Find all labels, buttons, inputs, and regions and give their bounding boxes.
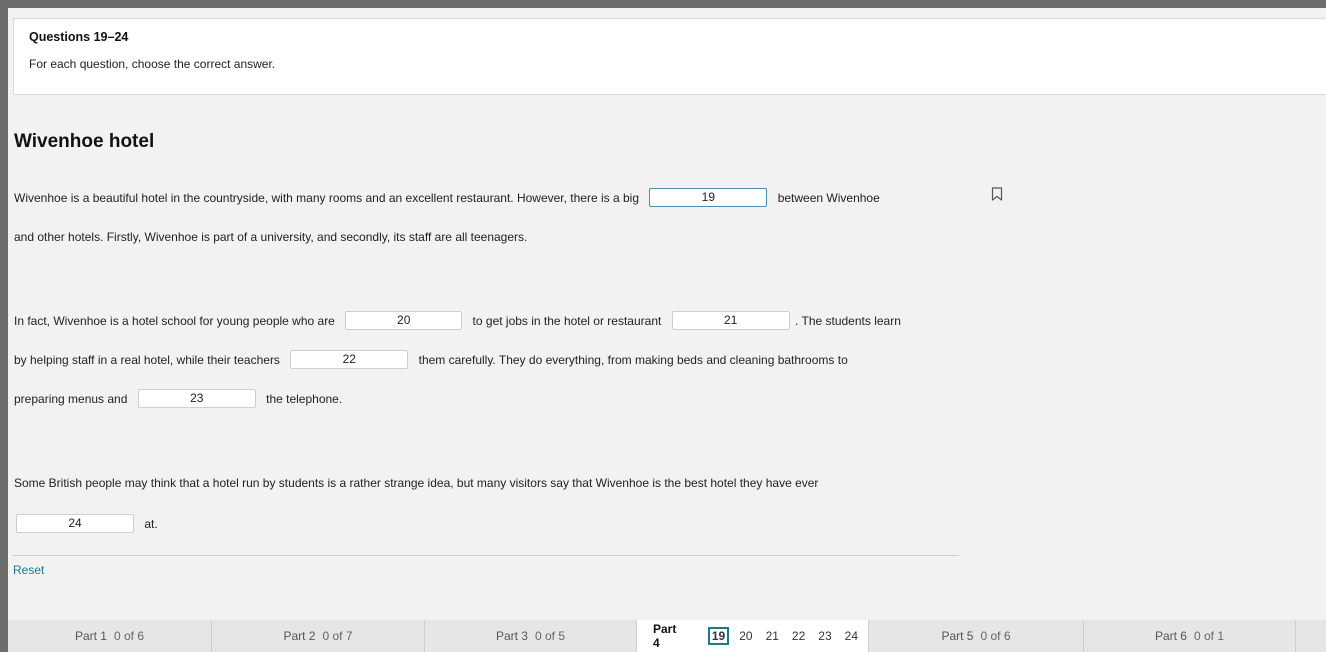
answer-gap-22[interactable]: 22 <box>290 350 409 370</box>
passage-title: Wivenhoe hotel <box>14 131 155 152</box>
passage-text: at. <box>144 516 158 531</box>
answer-gap-21[interactable]: 21 <box>671 311 790 331</box>
divider <box>13 555 959 556</box>
bookmark-icon[interactable] <box>991 187 1003 201</box>
part-progress: 0 of 1 <box>1193 629 1225 643</box>
answer-gap-23[interactable]: 23 <box>137 389 256 409</box>
nav-part-6[interactable]: Part 6 0 of 1 <box>1084 620 1296 652</box>
passage-line: In fact, Wivenhoe is a hotel school for … <box>14 310 901 331</box>
part-label: Part 5 <box>941 629 974 643</box>
answer-gap-19[interactable]: 19 <box>649 188 768 208</box>
reset-link[interactable]: Reset <box>13 563 44 577</box>
nav-part-2[interactable]: Part 2 0 of 7 <box>212 620 425 652</box>
nav-part-4[interactable]: Part 4 19 20 21 22 23 24 <box>637 620 869 652</box>
passage-line: by helping staff in a real hotel, while … <box>14 349 848 370</box>
part-progress: 0 of 6 <box>113 629 145 643</box>
part-label: Part 6 <box>1154 629 1187 643</box>
passage-text: between Wivenhoe <box>777 190 880 205</box>
nav-part-5[interactable]: Part 5 0 of 6 <box>869 620 1084 652</box>
question-nav-19[interactable]: 19 <box>707 627 730 645</box>
passage-text: preparing menus and <box>14 391 128 406</box>
window-left-border <box>0 0 8 652</box>
passage-line: preparing menus and 23 the telephone. <box>14 388 343 409</box>
nav-part-3[interactable]: Part 3 0 of 5 <box>425 620 637 652</box>
passage-line: Wivenhoe is a beautiful hotel in the cou… <box>14 187 880 208</box>
questions-heading: Questions 19–24 <box>29 30 129 44</box>
passage-text: . The students learn <box>795 313 901 328</box>
part-label: Part 3 <box>495 629 528 643</box>
part-label: Part 1 <box>74 629 107 643</box>
part-label: Part 2 <box>283 629 316 643</box>
part-label: Part 4 <box>653 622 677 650</box>
question-nav-23[interactable]: 23 <box>815 627 834 645</box>
question-nav-22[interactable]: 22 <box>789 627 808 645</box>
passage-line: Some British people may think that a hot… <box>14 472 818 492</box>
instructions-panel: Questions 19–24 For each question, choos… <box>13 18 1326 95</box>
answer-gap-20[interactable]: 20 <box>345 311 463 331</box>
part-progress: 0 of 6 <box>980 629 1011 643</box>
passage-line: and other hotels. Firstly, Wivenhoe is p… <box>14 226 527 246</box>
passage-text: the telephone. <box>266 391 343 406</box>
passage-text: to get jobs in the hotel or restaurant <box>472 313 662 328</box>
passage-text: by helping staff in a real hotel, while … <box>14 352 280 367</box>
question-nav-24[interactable]: 24 <box>842 627 861 645</box>
passage-text: In fact, Wivenhoe is a hotel school for … <box>14 313 335 328</box>
part-progress: 0 of 5 <box>534 629 566 643</box>
passage-text: Wivenhoe is a beautiful hotel in the cou… <box>14 190 640 205</box>
passage-text: them carefully. They do everything, from… <box>418 352 848 367</box>
passage-text: Some British people may think that a hot… <box>14 475 819 490</box>
window-top-border <box>0 0 1326 8</box>
question-nav-20[interactable]: 20 <box>736 627 755 645</box>
instructions-text: For each question, choose the correct an… <box>29 57 276 71</box>
passage-line: 24 at. <box>16 513 158 534</box>
nav-part-1[interactable]: Part 1 0 of 6 <box>8 620 212 652</box>
answer-gap-24[interactable]: 24 <box>16 514 134 534</box>
passage-text: and other hotels. Firstly, Wivenhoe is p… <box>14 229 528 244</box>
part-progress: 0 of 7 <box>322 629 353 643</box>
question-nav-21[interactable]: 21 <box>763 627 782 645</box>
part-navigation-bar: Part 1 0 of 6 Part 2 0 of 7 Part 3 0 of … <box>8 620 1326 652</box>
